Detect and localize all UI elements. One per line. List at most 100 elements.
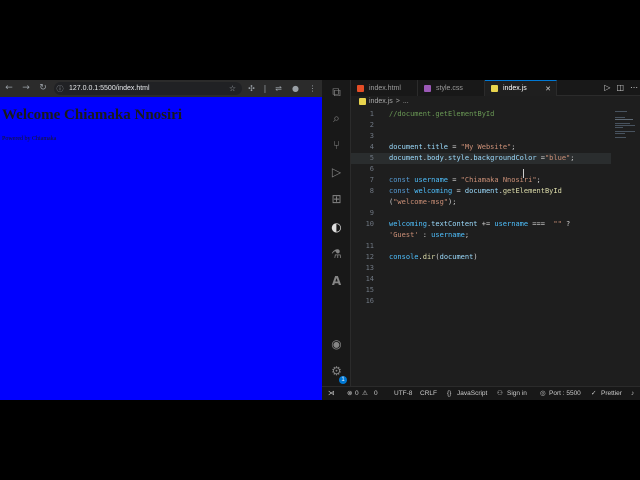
code-text[interactable]: document.title = "My Website"; bbox=[389, 142, 515, 153]
breadcrumb-symbol[interactable]: ... bbox=[403, 98, 409, 105]
code-line[interactable]: 6 bbox=[351, 164, 611, 175]
code-line[interactable]: 5 document.body.style.backgroundColor ="b… bbox=[351, 153, 611, 164]
sign-in[interactable]: Sign in bbox=[507, 387, 527, 400]
run-debug-icon[interactable]: ▷ bbox=[329, 165, 344, 180]
code-token: : bbox=[418, 231, 432, 239]
code-token: = bbox=[448, 143, 461, 151]
code-token: welcoming bbox=[389, 220, 427, 228]
code-text[interactable]: //document.getElementById bbox=[389, 109, 494, 120]
code-text[interactable]: welcoming.textContent += username === ""… bbox=[389, 219, 570, 230]
code-line[interactable]: 7 const username = "Chiamaka Nnosiri"; bbox=[351, 175, 611, 186]
back-icon[interactable]: ← bbox=[3, 82, 15, 94]
extensions-icon[interactable]: ⊞ bbox=[329, 192, 344, 207]
code-line[interactable]: ("welcome-msg"); bbox=[351, 197, 611, 208]
profile-avatar-icon[interactable]: ● bbox=[290, 82, 301, 95]
code-line[interactable]: 4 document.title = "My Website"; bbox=[351, 142, 611, 153]
powered-by-text: Powered by Chiamaka bbox=[2, 136, 57, 142]
remote-indicator-icon[interactable]: ⋊ bbox=[328, 387, 335, 400]
line-number: 12 bbox=[365, 253, 374, 261]
browser-menu-icon[interactable]: ⋮ bbox=[307, 82, 318, 95]
code-text[interactable]: document.body.style.backgroundColor ="bl… bbox=[389, 153, 574, 164]
code-token: console bbox=[389, 253, 419, 261]
edge-devtools-icon[interactable]: ◐ bbox=[329, 220, 344, 235]
language-mode[interactable]: JavaScript bbox=[457, 387, 487, 400]
code-line[interactable]: 15 bbox=[351, 285, 611, 296]
tab-style-css[interactable]: style.css bbox=[418, 80, 485, 96]
code-text[interactable]: ("welcome-msg"); bbox=[389, 197, 456, 208]
encoding[interactable]: UTF-8 bbox=[394, 387, 412, 400]
code-line[interactable]: 8 const welcoming = document.getElementBy… bbox=[351, 186, 611, 197]
media-control-icon[interactable]: ⇌ bbox=[273, 82, 284, 95]
url-text[interactable]: 127.0.0.1:5500/index.html bbox=[69, 85, 150, 92]
code-line[interactable]: 16 bbox=[351, 296, 611, 307]
line-number: 16 bbox=[365, 297, 374, 305]
notification-badge: 1 bbox=[339, 376, 347, 384]
line-number: 7 bbox=[369, 176, 374, 184]
code-token: backgroundColor bbox=[473, 154, 537, 162]
code-token: "" bbox=[553, 220, 562, 228]
code-line[interactable]: 2 bbox=[351, 120, 611, 131]
code-line[interactable]: 3 bbox=[351, 131, 611, 142]
tab-label: index.js bbox=[503, 85, 527, 92]
code-text[interactable]: 'Guest' : username; bbox=[389, 230, 469, 241]
code-text[interactable]: const welcoming = document.getElementByI… bbox=[389, 186, 562, 197]
warning-count[interactable]: 0 bbox=[374, 387, 378, 400]
code-token: style bbox=[448, 154, 470, 162]
code-token: = bbox=[536, 154, 545, 162]
reload-icon[interactable]: ↻ bbox=[37, 82, 49, 94]
code-token: body bbox=[426, 154, 444, 162]
prettier-status[interactable]: Prettier bbox=[601, 387, 622, 400]
breadcrumb-file[interactable]: index.js bbox=[369, 98, 393, 105]
code-text[interactable]: const username = "Chiamaka Nnosiri"; bbox=[389, 175, 541, 186]
source-control-icon[interactable]: ⑂ bbox=[329, 138, 344, 153]
editor-tab-bar: index.html style.css index.js ✕ ▷ ◫ ⋯ bbox=[351, 80, 640, 96]
vscode-window: ⧉ ⌕ ⑂ ▷ ⊞ ◐ ⚗ A ◉ ⚙ 1 index.html style.c… bbox=[322, 80, 640, 400]
prettier-check-icon[interactable]: ✓ bbox=[591, 387, 596, 400]
testing-icon[interactable]: ⚗ bbox=[329, 247, 344, 262]
tab-index-js[interactable]: index.js ✕ bbox=[485, 80, 557, 96]
minimap[interactable] bbox=[611, 107, 640, 386]
live-server-icon[interactable]: ◎ bbox=[540, 387, 546, 400]
more-actions-icon[interactable]: ⋯ bbox=[630, 80, 638, 96]
code-line[interactable]: 14 bbox=[351, 274, 611, 285]
accounts-icon[interactable]: ◉ bbox=[329, 337, 344, 352]
line-ending[interactable]: CRLF bbox=[420, 387, 437, 400]
notifications-bell-icon[interactable]: ♪ bbox=[631, 387, 634, 400]
site-info-icon[interactable]: ⓘ bbox=[54, 84, 66, 94]
code-line[interactable]: 10 welcoming.textContent += username === … bbox=[351, 219, 611, 230]
code-text[interactable]: console.dir(document) bbox=[389, 252, 478, 263]
forward-icon[interactable]: → bbox=[20, 82, 32, 94]
language-braces-icon[interactable]: {} bbox=[447, 387, 451, 400]
code-token: welcoming bbox=[414, 187, 453, 195]
tab-index-html[interactable]: index.html bbox=[351, 80, 418, 96]
code-line[interactable]: 9 bbox=[351, 208, 611, 219]
azure-icon[interactable]: A bbox=[329, 274, 344, 289]
browser-window: ← → ↻ ⓘ 127.0.0.1:5500/index.html ☆ ✣ | … bbox=[0, 80, 322, 400]
code-token: ) bbox=[473, 253, 478, 261]
close-icon[interactable]: ✕ bbox=[545, 81, 551, 97]
code-editor[interactable]: 1 //document.getElementById 2 3 4 document.ti… bbox=[351, 107, 611, 386]
live-server-port[interactable]: Port : 5500 bbox=[549, 387, 581, 400]
line-number: 15 bbox=[365, 286, 374, 294]
address-bar[interactable]: ⓘ 127.0.0.1:5500/index.html ☆ bbox=[54, 82, 242, 95]
search-icon[interactable]: ⌕ bbox=[329, 111, 344, 126]
extensions-puzzle-icon[interactable]: ✣ bbox=[246, 82, 257, 95]
bookmark-star-icon[interactable]: ☆ bbox=[229, 82, 236, 95]
code-token: username bbox=[414, 176, 449, 184]
code-line[interactable]: 12 console.dir(document) bbox=[351, 252, 611, 263]
status-bar: ⋊ ⊗ 0 ⚠ 0 UTF-8 CRLF {} JavaScript ⚇ Sig… bbox=[322, 386, 640, 400]
account-icon[interactable]: ⚇ bbox=[497, 387, 503, 400]
code-line[interactable]: 'Guest' : username; bbox=[351, 230, 611, 241]
error-icon[interactable]: ⊗ bbox=[347, 387, 352, 400]
run-icon[interactable]: ▷ bbox=[604, 80, 610, 96]
code-line[interactable]: 11 bbox=[351, 241, 611, 252]
code-line[interactable]: 1 //document.getElementById bbox=[351, 109, 611, 120]
warning-icon[interactable]: ⚠ bbox=[362, 387, 368, 400]
error-count[interactable]: 0 bbox=[355, 387, 359, 400]
tab-label: index.html bbox=[369, 84, 401, 92]
code-token: "My Website" bbox=[460, 143, 512, 151]
code-line[interactable]: 13 bbox=[351, 263, 611, 274]
code-token: const bbox=[389, 176, 415, 184]
explorer-icon[interactable]: ⧉ bbox=[329, 85, 344, 100]
split-editor-icon[interactable]: ◫ bbox=[616, 80, 624, 96]
